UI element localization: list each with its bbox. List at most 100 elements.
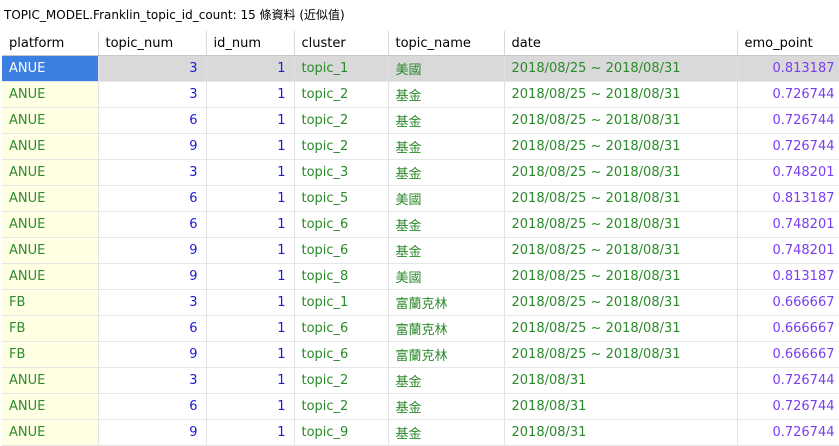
cell-cluster[interactable]: topic_1 bbox=[294, 289, 389, 316]
cell-date[interactable]: 2018/08/25 ~ 2018/08/31 bbox=[504, 55, 738, 82]
cell-topic-name[interactable]: 基金 bbox=[388, 393, 505, 420]
column-header-cluster[interactable]: cluster bbox=[294, 31, 389, 56]
cell-topic-num[interactable]: 3 bbox=[98, 289, 207, 316]
cell-id-num[interactable]: 1 bbox=[206, 107, 295, 134]
cell-cluster[interactable]: topic_9 bbox=[294, 419, 389, 446]
cell-emo-point[interactable]: 0.726744 bbox=[737, 393, 839, 420]
table-row[interactable]: ANUE 9 1 topic_9 基金 2018/08/31 0.726744 bbox=[2, 419, 839, 446]
cell-cluster[interactable]: topic_5 bbox=[294, 185, 389, 212]
cell-topic-name[interactable]: 基金 bbox=[388, 419, 505, 446]
cell-topic-num[interactable]: 9 bbox=[98, 263, 207, 290]
cell-emo-point[interactable]: 0.666667 bbox=[737, 341, 839, 368]
table-row[interactable]: ANUE 6 1 topic_2 基金 2018/08/31 0.726744 bbox=[2, 393, 839, 420]
column-header-topic-name[interactable]: topic_name bbox=[388, 31, 505, 56]
cell-cluster[interactable]: topic_3 bbox=[294, 159, 389, 186]
cell-id-num[interactable]: 1 bbox=[206, 341, 295, 368]
table-row[interactable]: ANUE 3 1 topic_1 美國 2018/08/25 ~ 2018/08/31 0.… bbox=[2, 55, 839, 82]
table-row[interactable]: ANUE 9 1 topic_6 基金 2018/08/25 ~ 2018/08/31 0.… bbox=[2, 237, 839, 264]
cell-id-num[interactable]: 1 bbox=[206, 263, 295, 290]
column-header-emo-point[interactable]: emo_point bbox=[737, 31, 839, 56]
cell-emo-point[interactable]: 0.726744 bbox=[737, 133, 839, 160]
cell-date[interactable]: 2018/08/25 ~ 2018/08/31 bbox=[504, 81, 738, 108]
cell-cluster[interactable]: topic_1 bbox=[294, 55, 389, 82]
cell-platform[interactable]: ANUE bbox=[2, 419, 99, 446]
cell-topic-name[interactable]: 富蘭克林 bbox=[388, 315, 505, 342]
cell-emo-point[interactable]: 0.726744 bbox=[737, 419, 839, 446]
table-row[interactable]: ANUE 9 1 topic_8 美國 2018/08/25 ~ 2018/08/31 0.… bbox=[2, 263, 839, 290]
table-row[interactable]: ANUE 3 1 topic_3 基金 2018/08/25 ~ 2018/08/31 0.… bbox=[2, 159, 839, 186]
cell-id-num[interactable]: 1 bbox=[206, 185, 295, 212]
cell-topic-num[interactable]: 9 bbox=[98, 419, 207, 446]
column-header-date[interactable]: date bbox=[504, 31, 738, 56]
cell-platform[interactable]: ANUE bbox=[2, 367, 99, 394]
cell-date[interactable]: 2018/08/31 bbox=[504, 419, 738, 446]
cell-platform[interactable]: ANUE bbox=[2, 55, 99, 82]
cell-platform[interactable]: FB bbox=[2, 289, 99, 316]
table-row[interactable]: FB 9 1 topic_6 富蘭克林 2018/08/25 ~ 2018/08/31 0.… bbox=[2, 341, 839, 368]
cell-topic-name[interactable]: 基金 bbox=[388, 159, 505, 186]
cell-date[interactable]: 2018/08/31 bbox=[504, 393, 738, 420]
cell-cluster[interactable]: topic_2 bbox=[294, 393, 389, 420]
cell-platform[interactable]: ANUE bbox=[2, 81, 99, 108]
cell-topic-name[interactable]: 基金 bbox=[388, 237, 505, 264]
cell-topic-name[interactable]: 美國 bbox=[388, 185, 505, 212]
table-row[interactable]: ANUE 9 1 topic_2 基金 2018/08/25 ~ 2018/08/31 0.… bbox=[2, 133, 839, 160]
table-row[interactable]: FB 6 1 topic_6 富蘭克林 2018/08/25 ~ 2018/08/31 0.… bbox=[2, 315, 839, 342]
cell-date[interactable]: 2018/08/25 ~ 2018/08/31 bbox=[504, 315, 738, 342]
cell-platform[interactable]: ANUE bbox=[2, 263, 99, 290]
cell-date[interactable]: 2018/08/25 ~ 2018/08/31 bbox=[504, 341, 738, 368]
cell-cluster[interactable]: topic_2 bbox=[294, 107, 389, 134]
cell-date[interactable]: 2018/08/25 ~ 2018/08/31 bbox=[504, 263, 738, 290]
cell-date[interactable]: 2018/08/25 ~ 2018/08/31 bbox=[504, 211, 738, 238]
cell-topic-num[interactable]: 6 bbox=[98, 393, 207, 420]
cell-id-num[interactable]: 1 bbox=[206, 367, 295, 394]
cell-id-num[interactable]: 1 bbox=[206, 393, 295, 420]
result-grid[interactable]: platform topic_num id_num cluster topic_… bbox=[2, 31, 839, 446]
cell-platform[interactable]: ANUE bbox=[2, 159, 99, 186]
cell-topic-name[interactable]: 美國 bbox=[388, 55, 505, 82]
table-row[interactable]: ANUE 6 1 topic_2 基金 2018/08/25 ~ 2018/08/31 0.… bbox=[2, 107, 839, 134]
cell-platform[interactable]: ANUE bbox=[2, 237, 99, 264]
cell-emo-point[interactable]: 0.748201 bbox=[737, 159, 839, 186]
cell-id-num[interactable]: 1 bbox=[206, 159, 295, 186]
cell-platform[interactable]: FB bbox=[2, 315, 99, 342]
table-row[interactable]: ANUE 3 1 topic_2 基金 2018/08/25 ~ 2018/08/31 0.… bbox=[2, 81, 839, 108]
cell-emo-point[interactable]: 0.726744 bbox=[737, 107, 839, 134]
cell-cluster[interactable]: topic_6 bbox=[294, 315, 389, 342]
cell-topic-name[interactable]: 美國 bbox=[388, 263, 505, 290]
cell-emo-point[interactable]: 0.666667 bbox=[737, 315, 839, 342]
table-row[interactable]: FB 3 1 topic_1 富蘭克林 2018/08/25 ~ 2018/08/31 0.… bbox=[2, 289, 839, 316]
cell-emo-point[interactable]: 0.813187 bbox=[737, 185, 839, 212]
cell-date[interactable]: 2018/08/25 ~ 2018/08/31 bbox=[504, 133, 738, 160]
cell-id-num[interactable]: 1 bbox=[206, 315, 295, 342]
cell-emo-point[interactable]: 0.813187 bbox=[737, 263, 839, 290]
cell-topic-num[interactable]: 3 bbox=[98, 55, 207, 82]
cell-id-num[interactable]: 1 bbox=[206, 419, 295, 446]
cell-date[interactable]: 2018/08/25 ~ 2018/08/31 bbox=[504, 289, 738, 316]
cell-id-num[interactable]: 1 bbox=[206, 55, 295, 82]
cell-id-num[interactable]: 1 bbox=[206, 211, 295, 238]
cell-cluster[interactable]: topic_8 bbox=[294, 263, 389, 290]
cell-emo-point[interactable]: 0.726744 bbox=[737, 367, 839, 394]
cell-cluster[interactable]: topic_2 bbox=[294, 367, 389, 394]
cell-emo-point[interactable]: 0.748201 bbox=[737, 211, 839, 238]
table-row[interactable]: ANUE 6 1 topic_5 美國 2018/08/25 ~ 2018/08/31 0.… bbox=[2, 185, 839, 212]
cell-topic-name[interactable]: 基金 bbox=[388, 211, 505, 238]
cell-cluster[interactable]: topic_6 bbox=[294, 211, 389, 238]
cell-topic-num[interactable]: 3 bbox=[98, 159, 207, 186]
cell-cluster[interactable]: topic_2 bbox=[294, 81, 389, 108]
column-header-topic-num[interactable]: topic_num bbox=[98, 31, 207, 56]
cell-date[interactable]: 2018/08/25 ~ 2018/08/31 bbox=[504, 185, 738, 212]
cell-cluster[interactable]: topic_2 bbox=[294, 133, 389, 160]
cell-topic-name[interactable]: 富蘭克林 bbox=[388, 289, 505, 316]
cell-topic-num[interactable]: 9 bbox=[98, 237, 207, 264]
cell-platform[interactable]: ANUE bbox=[2, 133, 99, 160]
cell-emo-point[interactable]: 0.748201 bbox=[737, 237, 839, 264]
cell-date[interactable]: 2018/08/25 ~ 2018/08/31 bbox=[504, 237, 738, 264]
cell-date[interactable]: 2018/08/25 ~ 2018/08/31 bbox=[504, 107, 738, 134]
column-header-platform[interactable]: platform bbox=[2, 31, 99, 56]
cell-topic-num[interactable]: 6 bbox=[98, 185, 207, 212]
cell-topic-name[interactable]: 基金 bbox=[388, 133, 505, 160]
cell-cluster[interactable]: topic_6 bbox=[294, 237, 389, 264]
cell-topic-name[interactable]: 基金 bbox=[388, 81, 505, 108]
